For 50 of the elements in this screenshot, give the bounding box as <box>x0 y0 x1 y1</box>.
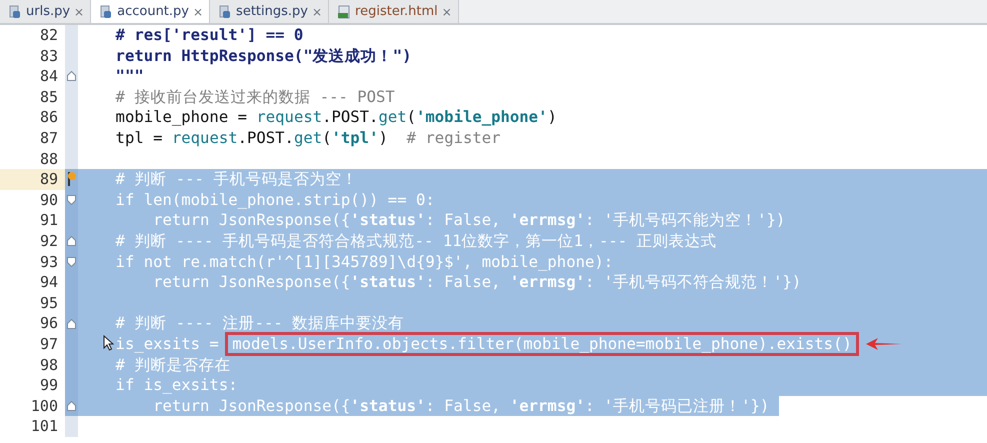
line-number: 94 <box>0 272 65 293</box>
line-number: 98 <box>0 354 65 376</box>
code-line: """ <box>114 66 144 87</box>
file-tab[interactable]: register.html × <box>329 0 459 23</box>
close-icon[interactable]: × <box>192 4 204 18</box>
line-number: 92 <box>0 230 65 252</box>
code-line: # 判断是否存在 <box>114 354 230 376</box>
close-icon[interactable]: × <box>74 4 84 18</box>
mouse-cursor-icon <box>103 335 114 351</box>
code-line: # 判断 ---- 注册--- 数据库中要没有 <box>114 313 404 334</box>
fold-marker-icon[interactable] <box>67 195 76 206</box>
code-line: tpl = request.POST.get('tpl') # register <box>114 128 501 149</box>
line-number: 91 <box>0 210 65 231</box>
code-line: # 接收前台发送过来的数据 --- POST <box>114 86 395 108</box>
close-icon[interactable]: × <box>312 4 322 18</box>
python-file-icon <box>218 4 232 18</box>
python-file-icon <box>99 4 114 18</box>
file-tab[interactable]: account.py × <box>91 0 210 23</box>
code-line: if is_exsits: <box>114 375 238 396</box>
code-line: mobile_phone = request.POST.get('mobile_phone') <box>114 107 557 128</box>
code-line: return JsonResponse({'status': False, 'errmsg': '手机号码不能为空！'}) <box>152 210 786 231</box>
close-icon[interactable]: × <box>442 4 452 18</box>
line-number: 90 <box>0 190 65 210</box>
fold-marker-icon[interactable] <box>67 256 76 267</box>
code-line: is_exsits = models.UserInfo.objects.filter(mobile_phone=mobile_phone).exists() <box>78 334 856 354</box>
line-number: 96 <box>0 313 65 334</box>
tab-label: register.html <box>355 4 438 19</box>
code-line: # res['result'] == 0 <box>114 25 304 46</box>
python-file-icon <box>8 4 22 18</box>
file-tab[interactable]: urls.py × <box>0 0 92 23</box>
line-number: 97 <box>0 334 65 354</box>
code-line: # 判断 --- 手机号码是否为空！ <box>114 169 358 190</box>
code-line: if len(mobile_phone.strip()) == 0: <box>114 190 435 210</box>
fold-marker-icon[interactable] <box>67 318 76 329</box>
fold-marker-icon[interactable] <box>67 400 76 411</box>
line-number: 99 <box>0 375 65 396</box>
code-line: # 判断 ---- 手机号码是否符合格式规范-- 11位数字，第一位1，--- 正则表达式 <box>114 230 717 252</box>
line-number: 95 <box>0 292 65 314</box>
tab-label: settings.py <box>236 4 308 19</box>
fold-marker-icon[interactable] <box>67 236 76 246</box>
html-file-icon <box>337 4 352 18</box>
line-number: 93 <box>0 252 65 272</box>
line-number: 89 <box>0 169 65 190</box>
code-line: return JsonResponse({'status': False, 'errmsg': '手机号码不符合规范！'}) <box>152 272 802 293</box>
code-line: return HttpResponse("发送成功！") <box>114 46 412 66</box>
tab-label: urls.py <box>26 4 70 19</box>
fold-marker-icon[interactable] <box>67 71 76 82</box>
file-tab[interactable]: settings.py × <box>210 0 330 23</box>
tab-label: account.py <box>117 4 189 19</box>
code-line: if not re.match(r'^[1][345789]\d{9}$', mobile_phone): <box>114 252 614 272</box>
